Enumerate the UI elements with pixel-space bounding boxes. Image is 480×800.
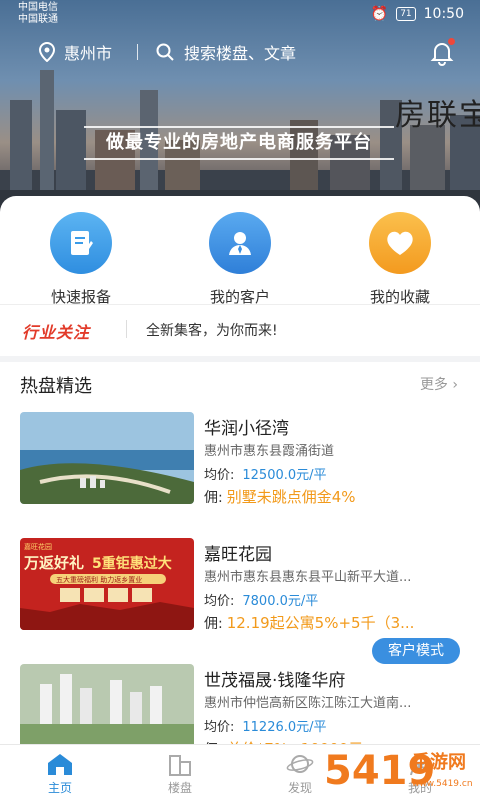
listing-commission: 别墅未跳点佣金4% (226, 488, 356, 506)
commission-label: 佣: (204, 490, 223, 506)
customer-icon (209, 212, 271, 274)
listing-commission: 12.19起公寓5%+5千（3... (226, 614, 415, 632)
alarm-icon: ⏰ (370, 6, 389, 22)
notification-button[interactable] (428, 38, 456, 66)
my-favorites-button[interactable]: 我的收藏 (345, 212, 455, 307)
tab-home[interactable]: 主页 (20, 751, 100, 796)
clock: 10:50 (423, 6, 464, 22)
search-divider (137, 44, 138, 60)
battery-indicator: 71 (396, 7, 416, 21)
brand-block: 房联宝 做最专业的房地产电商服务平台 (84, 88, 480, 168)
promo-brand: 嘉旺花园 (24, 542, 52, 551)
price-label: 均价: (204, 468, 235, 483)
planet-icon (286, 755, 314, 773)
more-label: 更多 (419, 377, 448, 393)
hot-listings-title: 热盘精选 (20, 376, 92, 397)
report-icon (50, 212, 112, 274)
chevron-right-icon: › (452, 377, 458, 393)
listing-address: 惠州市惠东县惠东县平山新平大道... (204, 570, 412, 585)
listing-card[interactable]: 华润小径湾 惠州市惠东县霞涌街道 均价: 12500.0元/平 佣: 别墅未跳点佣金… (0, 412, 480, 540)
location-pin-icon (38, 42, 56, 62)
heart-icon (369, 212, 431, 274)
my-customers-button[interactable]: 我的客户 (185, 212, 295, 307)
search-icon (156, 43, 174, 61)
carrier-1: 中国电信 (18, 2, 58, 13)
listing-name: 嘉旺花园 (204, 545, 272, 565)
site-watermark-logo: 5419 手游网 www.5419.cn (324, 748, 473, 794)
search-input[interactable]: 搜索楼盘、文章 (156, 40, 296, 64)
listing-price: 11226.0元/平 (242, 720, 327, 735)
listing-price: 12500.0元/平 (242, 468, 327, 483)
more-link[interactable]: 更多 › (420, 374, 458, 394)
quick-actions-card: 快速报备 我的客户 我的收藏 行业关注 全新集客，为你而来! (0, 196, 480, 356)
tab-buildings[interactable]: 楼盘 (140, 751, 220, 796)
watermark-text: 手游网 (412, 751, 466, 773)
listing-name: 华润小径湾 (204, 419, 289, 439)
industry-news-tag: 行业关注 (22, 323, 91, 342)
tab-buildings-label: 楼盘 (167, 781, 192, 795)
listing-price: 7800.0元/平 (242, 594, 319, 609)
industry-news-text: 全新集客，为你而来! (146, 323, 278, 339)
price-label: 均价: (204, 594, 235, 609)
commission-label: 佣: (204, 616, 223, 632)
brand-slogan: 做最专业的房地产电商服务平台 (84, 126, 394, 160)
promo-right: 5重钜惠过大 (92, 555, 172, 572)
listing-thumbnail: 嘉旺花园 万返好礼 5重钜惠过大 五大重磅福利 助力返乡置业 (20, 538, 194, 630)
tab-discover-label: 发现 (287, 781, 312, 795)
home-icon (48, 754, 72, 775)
promo-left: 万返好礼 (23, 554, 84, 572)
city-label: 惠州市 (64, 44, 113, 63)
news-divider (126, 320, 127, 338)
hot-listings-section: 热盘精选 更多 › 华润小径湾 惠州市惠东县霞涌街道 均价: 12500.0元/平… (0, 362, 480, 758)
notification-dot (448, 38, 455, 45)
city-selector[interactable]: 惠州市 (38, 40, 112, 64)
listing-address: 惠州市惠东县霞涌街道 (204, 444, 335, 459)
status-bar: 中国电信 中国联通 ⏰ 71 10:50 (0, 0, 480, 30)
search-placeholder: 搜索楼盘、文章 (184, 44, 297, 63)
customer-mode-button[interactable]: 客户模式 (372, 638, 460, 664)
listing-address: 惠州市仲恺高新区陈江陈江大道南... (204, 696, 412, 711)
listing-thumbnail (20, 664, 194, 756)
tab-home-label: 主页 (47, 781, 72, 795)
quick-report-button[interactable]: 快速报备 (26, 212, 136, 307)
building-icon (169, 755, 191, 776)
listing-name: 世茂福晟·钱隆华府 (204, 671, 346, 691)
listing-thumbnail (20, 412, 194, 504)
industry-news-bar[interactable]: 行业关注 全新集客，为你而来! (0, 304, 480, 354)
promo-sub: 五大重磅福利 助力返乡置业 (56, 575, 142, 584)
price-label: 均价: (204, 720, 235, 735)
brand-name: 房联宝 (395, 98, 480, 133)
watermark-domain: www.5419.cn (412, 779, 473, 789)
top-search-row: 惠州市 搜索楼盘、文章 (0, 34, 480, 70)
carrier-2: 中国联通 (18, 14, 58, 25)
